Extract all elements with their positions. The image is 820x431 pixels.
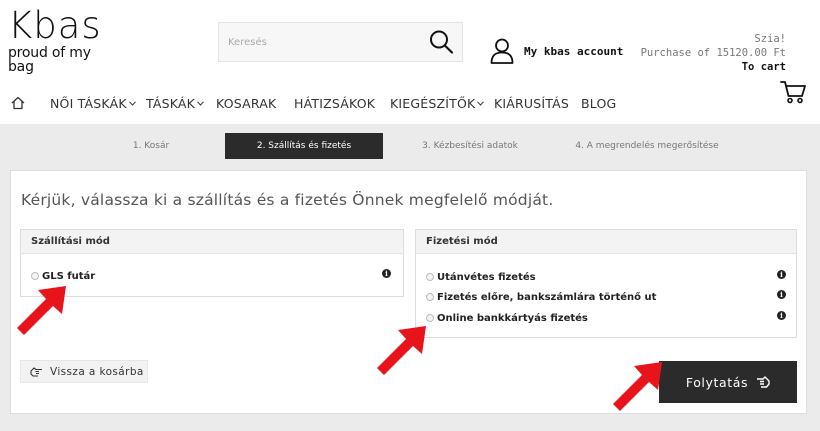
logo-tagline: proud of my bag [8, 45, 91, 75]
nav-item-noi-taskak[interactable]: NŐI TÁSKÁK [50, 96, 136, 111]
search-icon[interactable] [428, 29, 454, 55]
info-icon[interactable]: i [777, 270, 786, 279]
logo-word: Kbas [8, 4, 102, 47]
info-icon[interactable]: i [777, 290, 786, 299]
hand-pointing-right-icon [757, 376, 770, 388]
nav-item-kiegeszitok[interactable]: KIEGÉSZÍTŐK [390, 96, 485, 111]
greeting-text: Szia! [754, 33, 786, 45]
step-kosar[interactable]: 1. Kosár [90, 133, 212, 159]
home-icon[interactable] [11, 96, 25, 110]
chevron-down-icon [197, 101, 204, 106]
continue-button[interactable]: Folytatás [659, 361, 797, 403]
payment-method-box: Fizetési mód Utánvétes fizetés i Fizetés… [415, 229, 797, 338]
info-icon[interactable]: i [777, 311, 786, 320]
search-input[interactable] [219, 23, 419, 61]
nav-item-kosarak[interactable]: KOSARAK [216, 96, 276, 111]
logo[interactable]: Kbas proud of my bag [8, 4, 118, 75]
chevron-down-icon [477, 101, 485, 106]
hand-pointing-left-icon [30, 366, 42, 377]
account-link[interactable]: My kbas account [490, 38, 623, 64]
payment-method-heading: Fizetési mód [416, 230, 796, 254]
payment-option-bank-transfer[interactable]: Fizetés előre, bankszámlára történő ut [426, 290, 656, 304]
nav-item-hatizsakok[interactable]: HÁTIZSÁKOK [294, 96, 375, 111]
page-title: Kérjük, válassza ki a szállítás és a fiz… [21, 191, 554, 209]
payment-option-card[interactable]: Online bankkártyás fizetés [426, 311, 588, 325]
shipping-method-box: Szállítási mód GLS futár i [20, 229, 404, 297]
purchase-total: Purchase of 15120.00 Ft [640, 47, 786, 59]
account-label: My kbas account [524, 44, 624, 58]
chevron-down-icon [128, 101, 136, 106]
step-szallitas-fizetes[interactable]: 2. Szállítás és fizetés [225, 133, 383, 159]
back-to-cart-button[interactable]: Vissza a kosárba [20, 360, 148, 383]
checkout-steps: 1. Kosár 2. Szállítás és fizetés 3. Kézb… [0, 133, 820, 159]
shipping-method-heading: Szállítási mód [21, 230, 403, 254]
radio-button[interactable] [31, 272, 39, 280]
nav-item-blog[interactable]: BLOG [581, 96, 616, 111]
cart-summary: Szia! Purchase of 15120.00 Ft To cart [641, 32, 786, 74]
main-navigation: NŐI TÁSKÁK TÁSKÁK KOSARAK HÁTIZSÁKOK KIE… [0, 92, 820, 118]
radio-button[interactable] [426, 293, 434, 301]
annotation-arrow-icon [613, 362, 662, 411]
radio-button[interactable] [426, 273, 434, 281]
step-megerosites[interactable]: 4. A megrendelés megerősítése [556, 133, 738, 159]
annotation-arrow-icon [17, 286, 66, 335]
annotation-arrow-icon [377, 326, 426, 375]
shipping-option-gls[interactable]: GLS futár [31, 269, 95, 283]
search-box [218, 22, 463, 62]
to-cart-link[interactable]: To cart [641, 60, 786, 74]
nav-item-taskak[interactable]: TÁSKÁK [146, 96, 204, 111]
step-kezbesitesi-adatok[interactable]: 3. Kézbesítési adatok [400, 133, 540, 159]
payment-option-cod[interactable]: Utánvétes fizetés [426, 270, 536, 284]
user-icon [490, 38, 514, 64]
radio-button[interactable] [426, 314, 434, 322]
nav-item-kiarusitas[interactable]: KIÁRUSÍTÁS [494, 96, 569, 111]
info-icon[interactable]: i [382, 269, 391, 278]
